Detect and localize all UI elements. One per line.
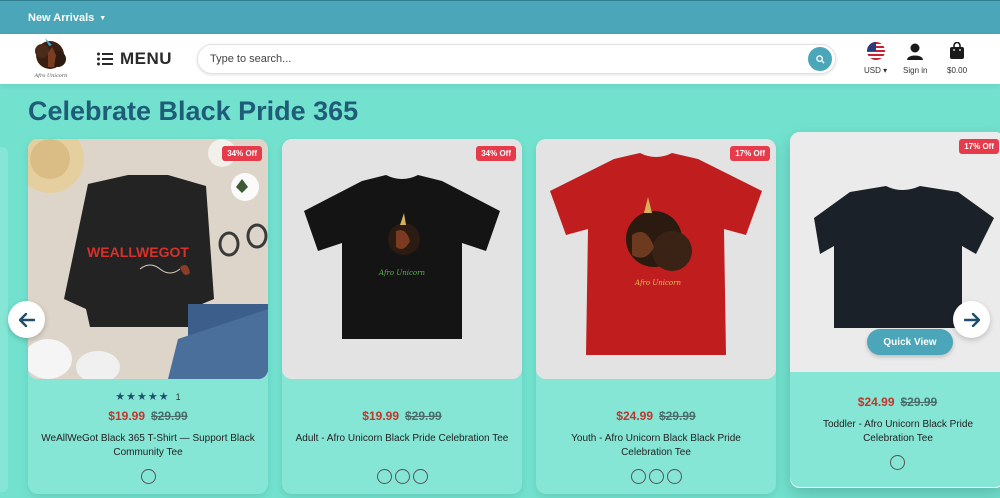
new-arrivals-label: New Arrivals	[28, 12, 95, 24]
color-swatch[interactable]	[376, 469, 392, 484]
caret-down-icon: ▼	[99, 15, 107, 22]
price-row: $19.99 $29.99	[28, 409, 268, 423]
product-image[interactable]: Afro Unicorn 17% Off	[536, 139, 776, 379]
discount-badge: 34% Off	[222, 146, 262, 161]
arrow-left-icon	[18, 312, 35, 327]
carousel-next-button[interactable]	[953, 301, 990, 338]
color-swatches	[536, 469, 776, 484]
menu-label: MENU	[120, 49, 173, 68]
color-swatches	[790, 455, 1000, 470]
original-price: $29.99	[900, 395, 938, 409]
sale-price: $19.99	[108, 409, 145, 423]
cart-total: $0.00	[947, 66, 968, 75]
original-price: $29.99	[151, 409, 188, 423]
discount-badge: 34% Off	[476, 146, 516, 161]
product-card[interactable]: WEALLWEGOT 34% Off ★ ★ ★ ★ ★ 1 $19.99 $2…	[28, 139, 268, 494]
cart-link[interactable]: $0.00	[947, 42, 967, 75]
color-swatch[interactable]	[666, 469, 682, 484]
product-card[interactable]: Afro Unicorn 34% Off $19.99 $29.99 Adult…	[282, 139, 522, 494]
product-title[interactable]: Youth - Afro Unicorn Black Black Pride C…	[546, 432, 766, 460]
product-title[interactable]: Adult - Afro Unicorn Black Pride Celebra…	[292, 432, 512, 446]
product-card[interactable]: Afro Unicorn 17% Off $24.99 $29.99 Youth…	[536, 139, 776, 494]
previous-card-edge	[0, 147, 8, 492]
search-icon	[815, 54, 825, 64]
arrow-right-icon	[963, 312, 980, 327]
star-icon: ★	[126, 391, 137, 403]
original-price: $29.99	[405, 409, 442, 423]
svg-text:Afro Unicorn: Afro Unicorn	[634, 279, 681, 287]
product-photo-icon: WEALLWEGOT	[28, 139, 268, 379]
sign-in-label: Sign in	[903, 66, 928, 75]
discount-badge: 17% Off	[959, 139, 999, 154]
product-image[interactable]: WEALLWEGOT 34% Off	[28, 139, 268, 379]
svg-text:Afro Unicorn: Afro Unicorn	[378, 269, 425, 277]
color-swatch[interactable]	[394, 469, 410, 484]
color-swatch[interactable]	[890, 455, 905, 470]
tshirt-icon: Afro Unicorn	[536, 139, 776, 379]
menu-button[interactable]: MENU	[97, 49, 172, 69]
price-row: $24.99 $29.99	[536, 409, 776, 423]
star-icon: ★	[147, 391, 158, 403]
sale-price: $24.99	[616, 409, 653, 423]
star-icon: ★	[115, 391, 126, 403]
section-title: Celebrate Black Pride 365	[28, 96, 359, 126]
announcement-bar: New Arrivals ▼	[0, 0, 1000, 34]
color-swatch[interactable]	[412, 469, 428, 484]
price-row: $19.99 $29.99	[282, 409, 522, 423]
us-flag-icon	[866, 42, 885, 60]
rating-count: 1	[175, 391, 181, 402]
currency-selector[interactable]: USD ▾	[864, 42, 887, 75]
color-swatch[interactable]	[648, 469, 664, 484]
site-header: Afro Unicorn MENU Type to search... USD …	[0, 34, 1000, 84]
rating-stars[interactable]: ★ ★ ★ ★ ★ 1	[28, 390, 268, 403]
unicorn-logo-icon: Afro Unicorn	[34, 38, 68, 79]
currency-label: USD ▾	[864, 66, 888, 75]
shirt-print-text: WEALLWEGOT	[87, 244, 189, 260]
shopping-bag-icon	[950, 42, 965, 59]
discount-badge: 17% Off	[730, 146, 770, 161]
price-row: $24.99 $29.99	[790, 395, 1000, 409]
search-bar	[197, 44, 836, 74]
sign-in-link[interactable]: Sign in	[903, 42, 927, 75]
sale-price: $24.99	[857, 395, 895, 409]
quick-view-button[interactable]: Quick View	[867, 329, 953, 355]
svg-text:Afro Unicorn: Afro Unicorn	[34, 73, 68, 79]
product-title[interactable]: Toddler - Afro Unicorn Black Pride Celeb…	[798, 418, 998, 446]
tshirt-icon: Afro Unicorn	[282, 139, 522, 379]
product-image[interactable]: Afro Unicorn 34% Off	[282, 139, 522, 379]
search-input[interactable]	[210, 45, 800, 73]
color-swatch[interactable]	[630, 469, 646, 484]
sale-price: $19.99	[362, 409, 399, 423]
site-logo[interactable]: Afro Unicorn	[30, 37, 72, 81]
product-title[interactable]: WeAllWeGot Black 365 T-Shirt — Support B…	[38, 432, 258, 460]
search-button[interactable]	[808, 47, 832, 71]
star-icon: ★	[137, 391, 147, 403]
color-swatch[interactable]	[140, 469, 156, 484]
color-swatches	[282, 469, 522, 484]
user-icon	[907, 43, 924, 60]
carousel-prev-button[interactable]	[8, 301, 45, 338]
color-swatches	[28, 469, 268, 484]
original-price: $29.99	[659, 409, 696, 423]
new-arrivals-dropdown[interactable]: New Arrivals ▼	[28, 12, 106, 24]
list-menu-icon	[97, 52, 113, 66]
star-icon: ★	[158, 391, 169, 403]
